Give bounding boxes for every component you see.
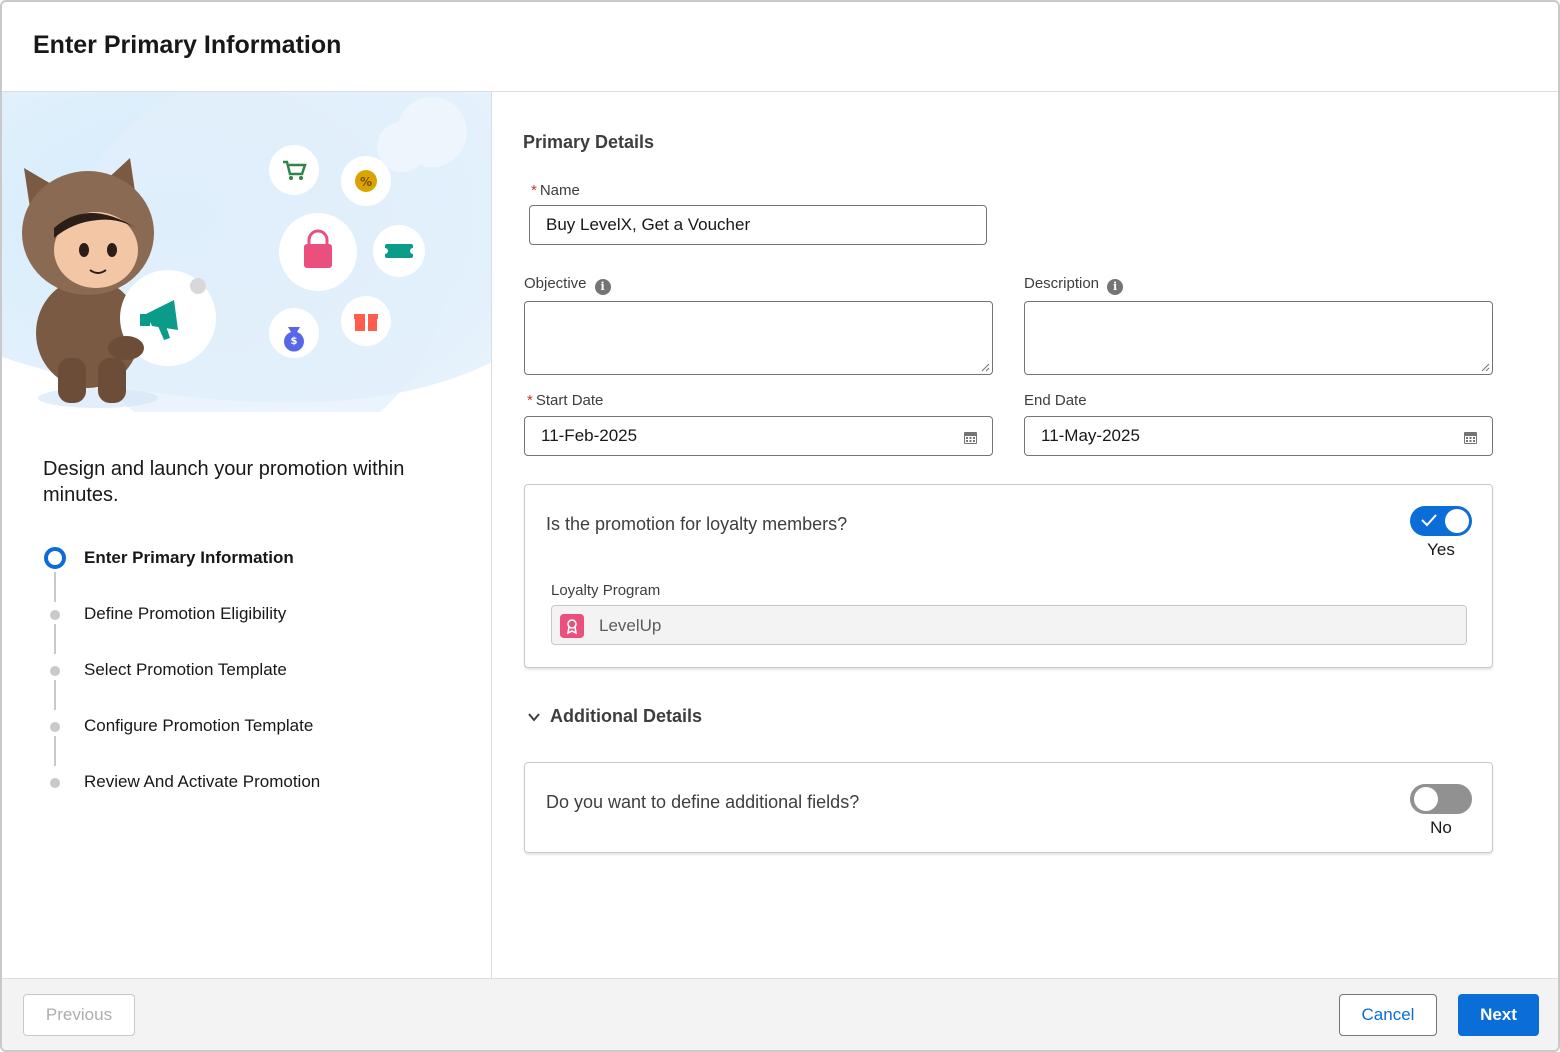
step-label: Configure Promotion Template xyxy=(84,716,314,735)
svg-text:%: % xyxy=(360,175,372,189)
svg-text:$: $ xyxy=(291,336,298,347)
resize-grip-icon[interactable] xyxy=(980,362,990,372)
modal-header: Enter Primary Information xyxy=(2,2,1558,92)
discount-icon: % xyxy=(341,156,391,206)
additional-fields-toggle[interactable] xyxy=(1410,784,1472,814)
step-review-and-activate-promotion[interactable]: Review And Activate Promotion xyxy=(42,768,402,798)
next-button[interactable]: Next xyxy=(1458,994,1539,1036)
loyalty-program-value: LevelUp xyxy=(599,616,662,635)
step-indicator xyxy=(50,778,60,788)
additional-details-heading[interactable]: Additional Details xyxy=(550,706,702,727)
modal-footer: Previous Cancel Next xyxy=(2,978,1558,1050)
check-icon xyxy=(1421,514,1437,527)
step-indicator xyxy=(50,722,60,732)
step-label: Review And Activate Promotion xyxy=(84,772,321,791)
loyalty-toggle-state: Yes xyxy=(1427,540,1455,559)
start-date-label-text: Start Date xyxy=(535,392,604,409)
objective-label-text: Objective xyxy=(524,275,587,292)
start-date-value: 11-Feb-2025 xyxy=(541,426,638,445)
loyalty-program-icon xyxy=(560,614,584,638)
step-label: Define Promotion Eligibility xyxy=(84,604,287,623)
name-label-text: Name xyxy=(539,182,580,199)
step-indicator xyxy=(50,666,60,676)
calendar-icon[interactable] xyxy=(1463,430,1478,445)
loyalty-toggle[interactable] xyxy=(1410,506,1472,536)
additional-fields-question: Do you want to define additional fields? xyxy=(546,792,860,812)
ticket-icon xyxy=(373,225,425,277)
loyalty-card: Is the promotion for loyalty members? Ye… xyxy=(524,484,1493,668)
wizard-sidebar: % $ Design and launch your promotion wit… xyxy=(2,92,492,978)
chevron-down-icon[interactable] xyxy=(527,710,541,724)
toggle-knob xyxy=(1445,509,1469,533)
step-indicator xyxy=(50,610,60,620)
hero-illustration: % $ xyxy=(2,92,491,412)
step-label: Select Promotion Template xyxy=(84,660,287,679)
step-define-promotion-eligibility[interactable]: Define Promotion Eligibility xyxy=(42,600,402,630)
shopping-bag-icon xyxy=(279,213,357,291)
cart-icon xyxy=(269,145,319,195)
money-bag-icon: $ xyxy=(269,308,319,358)
info-icon[interactable]: i xyxy=(594,279,611,295)
objective-label: Objective i xyxy=(524,275,611,295)
required-marker: * xyxy=(531,182,537,199)
additional-fields-toggle-state: No xyxy=(1430,818,1452,837)
primary-details-heading: Primary Details xyxy=(523,132,655,152)
loyalty-question: Is the promotion for loyalty members? xyxy=(546,514,848,534)
info-icon[interactable]: i xyxy=(1107,279,1124,295)
end-date-label: End Date xyxy=(1024,392,1087,409)
resize-grip-icon[interactable] xyxy=(1480,362,1490,372)
step-connector xyxy=(54,572,56,602)
start-date-label: * Start Date xyxy=(527,392,603,409)
wizard-content: Primary Details * Name Buy LevelX, Get a … xyxy=(493,92,1558,978)
step-configure-promotion-template[interactable]: Configure Promotion Template xyxy=(42,712,402,742)
loyalty-program-field: LevelUp xyxy=(551,605,1467,645)
additional-fields-card: Do you want to define additional fields?… xyxy=(524,762,1493,853)
name-label: * Name xyxy=(531,182,580,199)
name-input[interactable]: Buy LevelX, Get a Voucher xyxy=(529,205,987,245)
toggle-knob xyxy=(1414,787,1438,811)
gift-icon xyxy=(341,296,391,346)
end-date-input[interactable]: 11-May-2025 xyxy=(1024,416,1493,456)
loyalty-program-label: Loyalty Program xyxy=(551,582,661,599)
objective-textarea[interactable] xyxy=(524,301,993,375)
description-label: Description i xyxy=(1024,275,1124,295)
description-textarea[interactable] xyxy=(1024,301,1493,375)
required-marker: * xyxy=(527,392,533,409)
start-date-input[interactable]: 11-Feb-2025 xyxy=(524,416,993,456)
description-label-text: Description xyxy=(1024,275,1100,292)
mascot-illustration xyxy=(22,158,216,408)
step-active-indicator xyxy=(44,547,66,569)
sidebar-tagline: Design and launch your promotion within … xyxy=(43,458,405,506)
step-label: Enter Primary Information xyxy=(84,548,294,567)
end-date-value: 11-May-2025 xyxy=(1041,426,1140,445)
modal-title: Enter Primary Information xyxy=(33,31,342,59)
step-select-promotion-template[interactable]: Select Promotion Template xyxy=(42,656,402,686)
previous-button[interactable]: Previous xyxy=(23,994,135,1036)
promotion-wizard-modal: Enter Primary Information % $ Design and… xyxy=(0,0,1560,1052)
step-enter-primary-information[interactable]: Enter Primary Information xyxy=(42,544,402,574)
cancel-button[interactable]: Cancel xyxy=(1339,994,1437,1036)
calendar-icon[interactable] xyxy=(963,430,978,445)
